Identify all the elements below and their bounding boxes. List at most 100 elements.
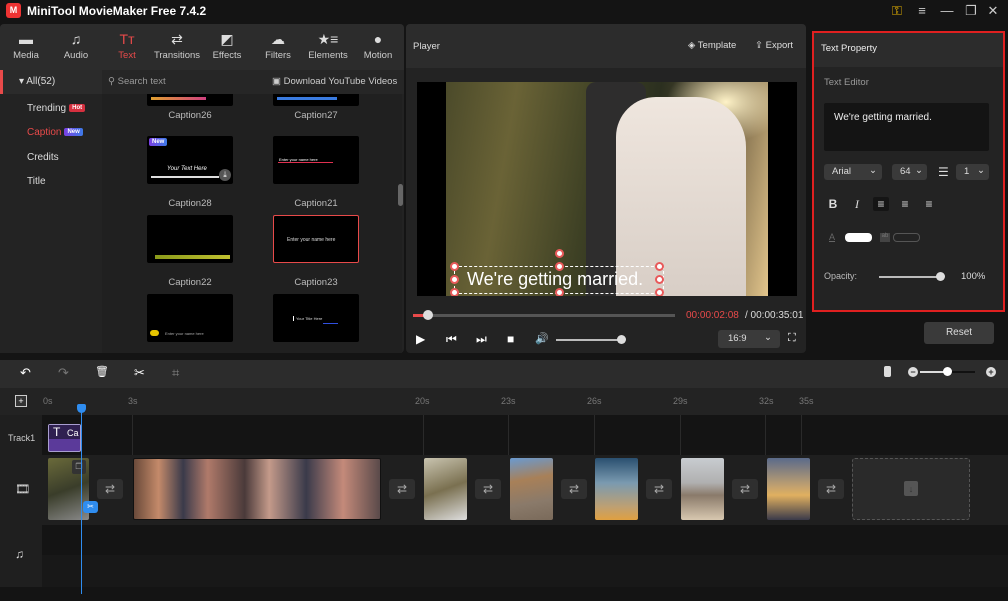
tab-elements[interactable]: ★≡ Elements xyxy=(303,30,353,66)
resize-handle[interactable] xyxy=(450,262,459,271)
library-scrollbar[interactable] xyxy=(398,184,403,206)
category-title[interactable]: Title xyxy=(27,176,46,187)
aspect-ratio-select[interactable]: 16:9 ⌄ xyxy=(718,330,780,348)
transition-button[interactable]: ⇄ xyxy=(97,479,123,499)
category-all[interactable]: ▾ All(52) xyxy=(0,70,102,94)
transition-button[interactable]: ⇄ xyxy=(818,479,844,499)
resize-handle[interactable] xyxy=(450,288,459,296)
resize-handle[interactable] xyxy=(655,262,664,271)
caption-thumb[interactable]: Enter your name here xyxy=(273,136,359,184)
video-clip[interactable] xyxy=(133,458,381,520)
export-button[interactable]: ⇪ Export xyxy=(755,40,793,51)
rotate-handle[interactable] xyxy=(555,249,564,258)
category-credits[interactable]: Credits xyxy=(27,152,59,163)
search-input[interactable]: ⚲ Search text xyxy=(108,70,166,94)
app-title: MiniTool MovieMaker Free 7.4.2 xyxy=(27,4,207,18)
template-button[interactable]: ◈ Template xyxy=(688,40,736,51)
caption-thumb[interactable]: Your Title Here xyxy=(273,294,359,342)
download-youtube-button[interactable]: ▣ Download YouTube Videos xyxy=(272,70,397,94)
tab-audio[interactable]: ♫ Audio xyxy=(51,30,101,66)
opacity-knob[interactable] xyxy=(936,272,945,281)
delete-icon[interactable]: 🗑 xyxy=(95,365,109,378)
caption-thumb-selected[interactable]: Enter your name here xyxy=(273,215,359,263)
caption-thumb[interactable] xyxy=(273,94,359,106)
caption-text[interactable]: We're getting married. xyxy=(467,269,643,290)
align-right-button[interactable]: ≡ xyxy=(922,197,936,211)
split-at-playhead-icon[interactable]: ✂ xyxy=(83,501,98,513)
bold-button[interactable]: B xyxy=(826,197,840,211)
new-badge: New xyxy=(149,138,168,146)
align-left-button[interactable]: ≡ xyxy=(873,197,889,211)
timeline-zoom-slider[interactable] xyxy=(920,367,975,376)
font-size-select[interactable]: 64 ⌄ xyxy=(892,164,927,180)
playhead[interactable] xyxy=(81,404,82,594)
resize-handle[interactable] xyxy=(655,275,664,284)
volume-knob[interactable] xyxy=(617,335,626,344)
previous-frame-icon[interactable]: ⏮ xyxy=(446,332,457,347)
caption-thumb[interactable] xyxy=(147,94,233,106)
tab-filters[interactable]: ☁ Filters xyxy=(253,30,303,66)
key-icon[interactable]: ⚿ xyxy=(887,2,907,20)
restore-icon[interactable]: ❐ xyxy=(961,2,981,20)
transition-button[interactable]: ⇄ xyxy=(389,479,415,499)
close-icon[interactable]: ✕ xyxy=(983,2,1003,20)
zoom-knob[interactable] xyxy=(942,367,952,376)
tab-motion[interactable]: ● Motion xyxy=(353,30,403,66)
text-editor-input[interactable]: We're getting married. xyxy=(824,103,989,151)
volume-slider[interactable] xyxy=(556,335,626,344)
volume-icon[interactable]: 🔊 xyxy=(535,332,549,345)
split-icon[interactable]: ✂ xyxy=(134,365,145,381)
caption-thumb[interactable]: Enter your name here xyxy=(147,294,233,342)
opacity-slider[interactable] xyxy=(879,272,945,281)
zoom-out-icon[interactable]: − xyxy=(908,367,918,377)
playback-progress[interactable] xyxy=(413,310,675,320)
category-caption[interactable]: Caption New xyxy=(27,127,83,138)
stop-icon[interactable]: ■ xyxy=(507,332,514,346)
line-spacing-select[interactable]: 1 ⌄ xyxy=(956,164,989,180)
category-trending[interactable]: Trending Hot xyxy=(27,103,86,114)
fullscreen-icon[interactable]: ⛶ xyxy=(788,332,796,345)
minimize-icon[interactable]: — xyxy=(937,2,957,20)
video-clip[interactable] xyxy=(681,458,724,520)
fit-timeline-icon[interactable] xyxy=(884,366,891,377)
text-clip[interactable]: T Ca xyxy=(48,424,81,452)
menu-icon[interactable]: ≡ xyxy=(912,2,932,20)
reset-button[interactable]: Reset xyxy=(924,322,994,344)
align-center-button[interactable]: ≡ xyxy=(898,197,912,211)
resize-handle[interactable] xyxy=(655,288,664,296)
next-frame-icon[interactable]: ⏭ xyxy=(476,332,487,347)
italic-button[interactable]: I xyxy=(850,197,864,212)
redo-icon[interactable]: ↷ xyxy=(58,365,69,381)
tab-media[interactable]: ▬ Media xyxy=(1,30,51,66)
add-track-icon[interactable]: + xyxy=(15,395,27,407)
transition-button[interactable]: ⇄ xyxy=(732,479,758,499)
resize-handle[interactable] xyxy=(555,262,564,271)
tab-transitions[interactable]: ⇄ Transitions xyxy=(152,30,202,66)
play-icon[interactable]: ▶ xyxy=(416,332,425,346)
caption-thumb[interactable] xyxy=(147,215,233,263)
caption-label: Caption22 xyxy=(168,277,212,288)
progress-knob[interactable] xyxy=(422,310,433,320)
video-clip[interactable] xyxy=(595,458,638,520)
font-family-select[interactable]: Arial ⌄ xyxy=(824,164,882,180)
media-drop-zone[interactable]: ↓ xyxy=(852,458,970,520)
video-clip[interactable] xyxy=(767,458,810,520)
caption-selection-box[interactable]: We're getting married. xyxy=(450,249,664,296)
video-clip[interactable] xyxy=(510,458,553,520)
playhead-handle[interactable] xyxy=(77,404,86,413)
transition-button[interactable]: ⇄ xyxy=(561,479,587,499)
background-color-swatch[interactable] xyxy=(893,233,920,242)
tab-text[interactable]: Tт Text xyxy=(102,30,152,66)
transition-button[interactable]: ⇄ xyxy=(646,479,672,499)
text-color-swatch[interactable] xyxy=(845,233,872,242)
video-clip[interactable] xyxy=(424,458,467,520)
tab-effects[interactable]: ◩ Effects xyxy=(202,30,252,66)
zoom-in-icon[interactable]: + xyxy=(986,367,996,377)
undo-icon[interactable]: ↶ xyxy=(20,365,31,381)
transition-button[interactable]: ⇄ xyxy=(475,479,501,499)
resize-handle[interactable] xyxy=(450,275,459,284)
resize-handle[interactable] xyxy=(555,288,564,296)
download-icon[interactable]: ⤓ xyxy=(219,169,231,181)
caption-thumb[interactable]: New Your Text Here ⤓ xyxy=(147,136,233,184)
crop-icon[interactable]: ⌗ xyxy=(172,365,179,381)
